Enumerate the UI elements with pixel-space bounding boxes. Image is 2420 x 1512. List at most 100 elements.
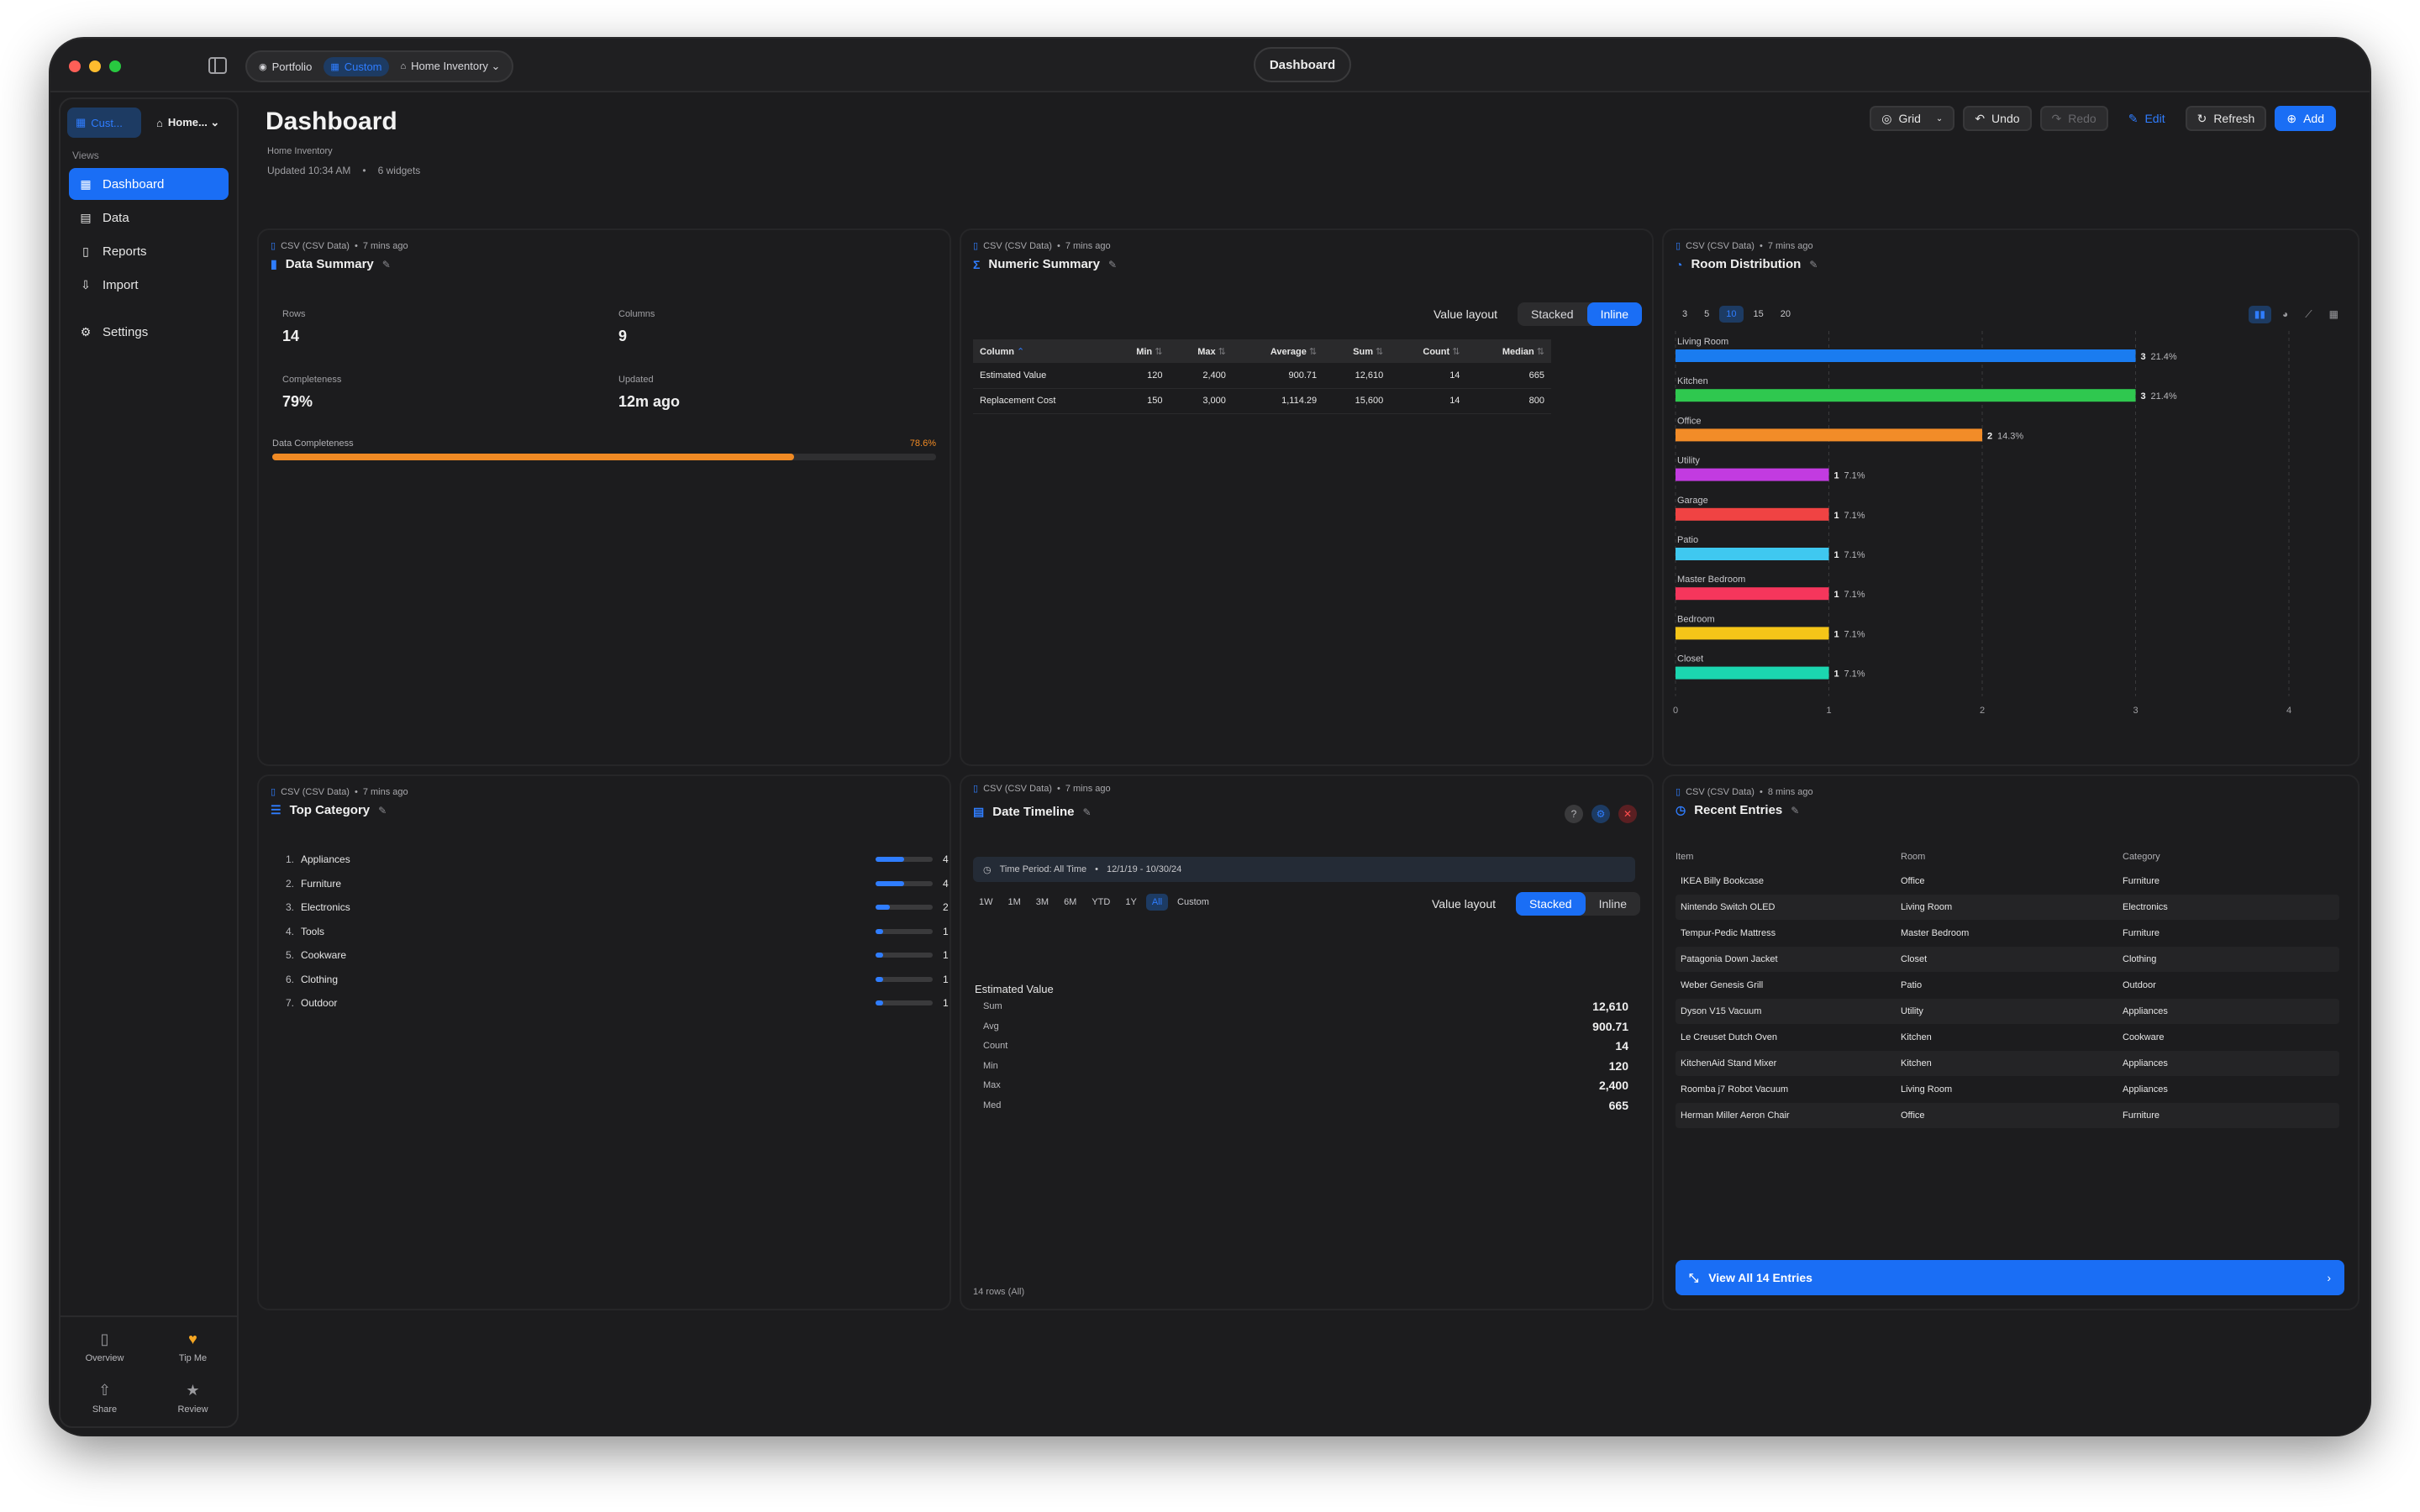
table-row[interactable]: Tempur-Pedic Mattress Master Bedroom Furni… bbox=[1676, 921, 2339, 946]
layout-inline-option[interactable]: Inline bbox=[1586, 302, 1643, 326]
room-cell: Closet bbox=[1901, 954, 1928, 964]
table-row[interactable]: Herman Miller Aeron Chair Office Furniture bbox=[1676, 1103, 2339, 1128]
toolbar: ◎ Grid ⌄ ↶ Undo ↷ Redo ✎ Edit ↻ Refresh ⊕ Add bbox=[1870, 106, 2336, 131]
column-header[interactable]: Min ⇅ bbox=[1108, 339, 1170, 363]
range-option[interactable]: 3M bbox=[1030, 894, 1055, 911]
pencil-icon[interactable]: ✎ bbox=[382, 259, 391, 270]
table-row[interactable]: Nintendo Switch OLED Living Room Electroni… bbox=[1676, 895, 2339, 920]
edit-button[interactable]: ✎ Edit bbox=[2117, 106, 2177, 131]
sort-icon: ⇅ bbox=[1155, 346, 1163, 357]
time-period-bar[interactable]: ◷ Time Period: All Time • 12/1/19 - 10/3… bbox=[973, 857, 1635, 882]
table-row[interactable]: Le Creuset Dutch Oven Kitchen Cookware bbox=[1676, 1025, 2339, 1050]
pencil-icon[interactable]: ✎ bbox=[1791, 805, 1799, 816]
range-selector: 1W 1M 3M 6M YTD 1Y All Custom bbox=[973, 894, 1215, 911]
range-option[interactable]: All bbox=[1145, 894, 1169, 911]
redo-icon: ↷ bbox=[2051, 111, 2062, 125]
table-row[interactable]: Roomba j7 Robot Vacuum Living Room Applian… bbox=[1676, 1077, 2339, 1102]
pencil-icon[interactable]: ✎ bbox=[1108, 259, 1117, 270]
column-header[interactable]: Sum ⇅ bbox=[1323, 339, 1391, 363]
category-bar-fill bbox=[876, 1000, 883, 1005]
category-row[interactable]: 6. Clothing 1 bbox=[286, 974, 949, 997]
refresh-button[interactable]: ↻ Refresh bbox=[2185, 106, 2267, 131]
category-rank: 4. bbox=[286, 925, 295, 937]
sort-icon: ⇅ bbox=[1452, 346, 1460, 357]
column-header[interactable]: Count ⇅ bbox=[1390, 339, 1467, 363]
help-icon[interactable]: ? bbox=[1565, 805, 1583, 823]
grid-layout-button[interactable]: ◎ Grid ⌄ bbox=[1870, 106, 1955, 131]
category-row[interactable]: 7. Outdoor 1 bbox=[286, 997, 949, 1021]
sidebar-item-settings[interactable]: ⚙ Settings bbox=[69, 316, 229, 348]
close-window-button[interactable] bbox=[69, 60, 81, 72]
settings-icon[interactable]: ⚙ bbox=[1591, 805, 1610, 823]
range-option[interactable]: 1W bbox=[973, 894, 999, 911]
category-row[interactable]: 4. Tools 1 bbox=[286, 925, 949, 949]
remove-icon[interactable]: ✕ bbox=[1618, 805, 1637, 823]
x-tick-label: 0 bbox=[1673, 706, 1678, 716]
category-row[interactable]: 5. Cookware 1 bbox=[286, 949, 949, 973]
minimize-window-button[interactable] bbox=[89, 60, 101, 72]
bar bbox=[1676, 587, 1829, 601]
category-row[interactable]: 1. Appliances 4 bbox=[286, 853, 949, 877]
range-option[interactable]: 1Y bbox=[1119, 894, 1142, 911]
bar-percent-label: 7.1% bbox=[1844, 629, 1865, 639]
undo-button[interactable]: ↶ Undo bbox=[1963, 106, 2032, 131]
table-row[interactable]: Dyson V15 Vacuum Utility Appliances bbox=[1676, 999, 2339, 1024]
sort-icon: ⇅ bbox=[1218, 346, 1226, 357]
sort-asc-icon: ⌃ bbox=[1017, 346, 1025, 357]
table-row[interactable]: IKEA Billy Bookcase Office Furniture bbox=[1676, 869, 2339, 894]
updated-label: Updated bbox=[618, 375, 654, 385]
sidebar-item-import[interactable]: ⇩ Import bbox=[69, 269, 229, 301]
card-title: ▮ Data Summary ✎ bbox=[271, 257, 391, 271]
window-title: Dashboard bbox=[1254, 47, 1351, 82]
breadcrumb-portfolio[interactable]: ◉ Portfolio bbox=[252, 57, 318, 76]
column-header[interactable]: Median ⇅ bbox=[1466, 339, 1551, 363]
column-header[interactable]: Column ⌃ bbox=[973, 339, 1109, 363]
column-header[interactable]: Average ⇅ bbox=[1232, 339, 1324, 363]
heart-icon: ♥ bbox=[188, 1331, 197, 1347]
bar-value-label: 1 bbox=[1834, 669, 1839, 680]
workspace-chip[interactable]: ▦ Cust... bbox=[67, 108, 141, 138]
pencil-icon[interactable]: ✎ bbox=[378, 805, 387, 816]
view-all-entries-button[interactable]: ⤡ View All 14 Entries › bbox=[1676, 1260, 2344, 1295]
category-bar-fill bbox=[876, 953, 883, 958]
table-cell: 3,000 bbox=[1169, 388, 1233, 414]
room-cell: Office bbox=[1901, 876, 1925, 886]
add-button[interactable]: ⊕ Add bbox=[2275, 106, 2336, 131]
document-icon: ▯ bbox=[973, 784, 979, 794]
redo-button[interactable]: ↷ Redo bbox=[2039, 106, 2108, 131]
category-rank: 7. bbox=[286, 997, 295, 1009]
card-source: ▯ CSV (CSV Data) • 7 mins ago bbox=[973, 783, 1111, 795]
overview-button[interactable]: ▯ Overview bbox=[60, 1331, 149, 1363]
sidebar-toggle-icon[interactable] bbox=[208, 57, 227, 74]
table-row[interactable]: KitchenAid Stand Mixer Kitchen Appliances bbox=[1676, 1051, 2339, 1076]
breadcrumb-custom[interactable]: ▦ Custom bbox=[324, 56, 389, 76]
sidebar-item-dashboard[interactable]: ▦ Dashboard bbox=[69, 168, 229, 200]
category-row[interactable]: 2. Furniture 4 bbox=[286, 878, 949, 901]
expand-icon: ⤡ bbox=[1689, 1270, 1699, 1284]
zoom-window-button[interactable] bbox=[109, 60, 121, 72]
portfolio-icon: ◉ bbox=[259, 61, 267, 72]
table-row[interactable]: Weber Genesis Grill Patio Outdoor bbox=[1676, 973, 2339, 998]
review-button[interactable]: ★ Review bbox=[149, 1382, 237, 1415]
category-row[interactable]: 3. Electronics 2 bbox=[286, 901, 949, 925]
column-header[interactable]: Max ⇅ bbox=[1169, 339, 1233, 363]
range-option[interactable]: Custom bbox=[1171, 894, 1215, 911]
home-chip[interactable]: ⌂ Home... ⌄ bbox=[148, 108, 228, 138]
breadcrumb-home-inventory[interactable]: ⌂ Home Inventory ⌄ bbox=[394, 56, 508, 76]
table-row[interactable]: Patagonia Down Jacket Closet Clothing bbox=[1676, 947, 2339, 972]
bar bbox=[1676, 349, 2136, 362]
range-option[interactable]: 1M bbox=[1002, 894, 1027, 911]
range-option[interactable]: 6M bbox=[1058, 894, 1082, 911]
stat-value: 12,610 bbox=[1592, 1000, 1628, 1013]
layout-inline-option[interactable]: Inline bbox=[1586, 892, 1640, 916]
share-button[interactable]: ⇧ Share bbox=[60, 1382, 149, 1415]
layout-stacked-option[interactable]: Stacked bbox=[1516, 892, 1586, 916]
range-option[interactable]: YTD bbox=[1086, 894, 1116, 911]
progress-label: Data Completeness bbox=[272, 438, 354, 449]
tip-me-button[interactable]: ♥ Tip Me bbox=[149, 1331, 237, 1363]
bar-percent-label: 21.4% bbox=[2151, 352, 2177, 362]
layout-stacked-option[interactable]: Stacked bbox=[1518, 302, 1587, 326]
sidebar-item-reports[interactable]: ▯ Reports bbox=[69, 235, 229, 267]
pencil-icon[interactable]: ✎ bbox=[1083, 806, 1092, 818]
sidebar-item-data[interactable]: ▤ Data bbox=[69, 202, 229, 234]
